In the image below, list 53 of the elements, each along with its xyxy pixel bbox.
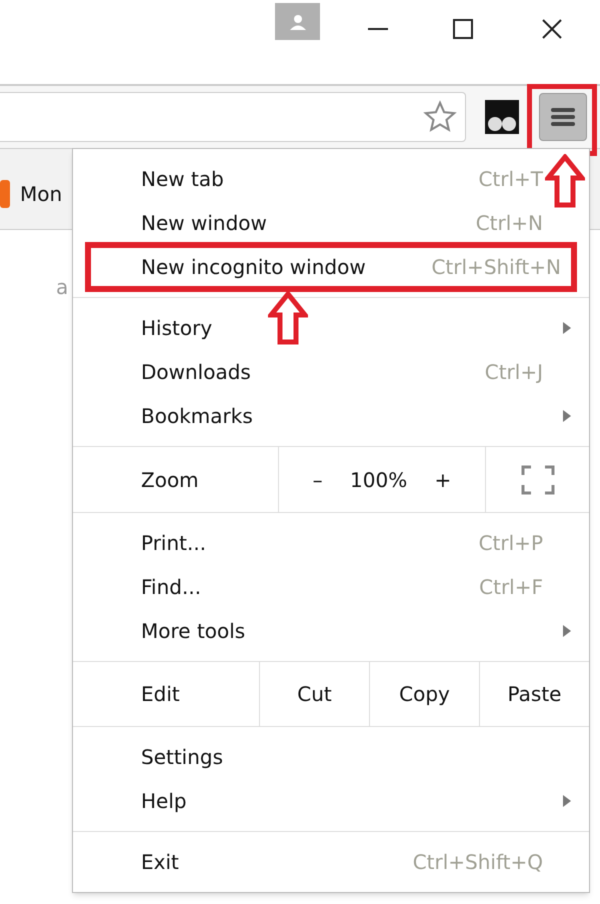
zoom-in-button[interactable]: + bbox=[426, 464, 460, 494]
zoom-label: Zoom bbox=[140, 466, 200, 494]
bookmark-item[interactable]: Mon bbox=[0, 179, 62, 209]
shortcut-text: Ctrl+J bbox=[484, 359, 543, 386]
page-text: a bbox=[56, 275, 68, 299]
menu-item[interactable]: Print... Ctrl+P bbox=[73, 521, 589, 565]
menu-item-label: More tools bbox=[141, 618, 246, 645]
star-icon[interactable] bbox=[423, 100, 457, 134]
menu-item-label: Help bbox=[141, 788, 187, 815]
person-icon bbox=[290, 14, 306, 30]
edit-action-button[interactable]: Paste bbox=[479, 662, 589, 726]
menu-item[interactable]: Exit Ctrl+Shift+Q bbox=[73, 840, 589, 884]
menu-item[interactable]: New incognito window Ctrl+Shift+N bbox=[88, 245, 574, 289]
shortcut-text: Ctrl+Shift+Q bbox=[412, 849, 543, 876]
edit-label: Edit bbox=[140, 681, 181, 708]
shortcut-text: Ctrl+T bbox=[478, 166, 543, 193]
edit-action-button[interactable]: Cut bbox=[259, 662, 369, 726]
menu-item[interactable]: Downloads Ctrl+J bbox=[73, 350, 589, 394]
menu-button[interactable] bbox=[539, 93, 587, 141]
zoom-value: 100% bbox=[350, 466, 408, 494]
menu-item[interactable]: Help bbox=[73, 779, 589, 823]
shortcut-text: Ctrl+P bbox=[478, 530, 543, 557]
menu-item[interactable]: Bookmarks bbox=[73, 394, 589, 438]
pointer-arrow bbox=[545, 154, 585, 208]
fullscreen-icon bbox=[520, 464, 554, 494]
close-icon[interactable] bbox=[542, 19, 562, 39]
menu-item-label: Settings bbox=[141, 744, 224, 771]
shortcut-text: Ctrl+F bbox=[479, 574, 543, 601]
menu-item[interactable]: History bbox=[73, 306, 589, 350]
menu-item[interactable]: Settings bbox=[73, 735, 589, 779]
menu-item-label: Downloads bbox=[141, 359, 251, 386]
menu-item[interactable]: New window Ctrl+N bbox=[73, 201, 589, 245]
menu-icon bbox=[551, 107, 575, 127]
shortcut-text: Ctrl+N bbox=[476, 210, 543, 237]
pointer-arrow bbox=[268, 291, 308, 345]
menu-item-label: Print... bbox=[141, 530, 206, 557]
shortcut-text: Ctrl+Shift+N bbox=[431, 254, 561, 281]
menu-item-label: Exit bbox=[141, 849, 179, 876]
menu-item-label: History bbox=[141, 315, 212, 342]
menu-item-label: Find... bbox=[141, 574, 202, 601]
menu-item[interactable]: New tab Ctrl+T bbox=[73, 157, 589, 201]
menu-item-label: New incognito window bbox=[141, 254, 366, 281]
menu-item-label: Bookmarks bbox=[141, 403, 253, 430]
menu-item-label: New tab bbox=[141, 166, 224, 193]
zoom-out-button[interactable]: – bbox=[304, 464, 331, 494]
site-icon bbox=[0, 180, 10, 208]
menu-item-label: New window bbox=[141, 210, 267, 237]
menu-item[interactable]: Find... Ctrl+F bbox=[73, 565, 589, 609]
extension-icon[interactable] bbox=[485, 100, 519, 134]
maximize-icon[interactable] bbox=[453, 19, 473, 39]
menu-item[interactable]: More tools bbox=[73, 609, 589, 653]
edit-action-button[interactable]: Copy bbox=[369, 662, 479, 726]
minimize-icon[interactable] bbox=[368, 28, 388, 31]
